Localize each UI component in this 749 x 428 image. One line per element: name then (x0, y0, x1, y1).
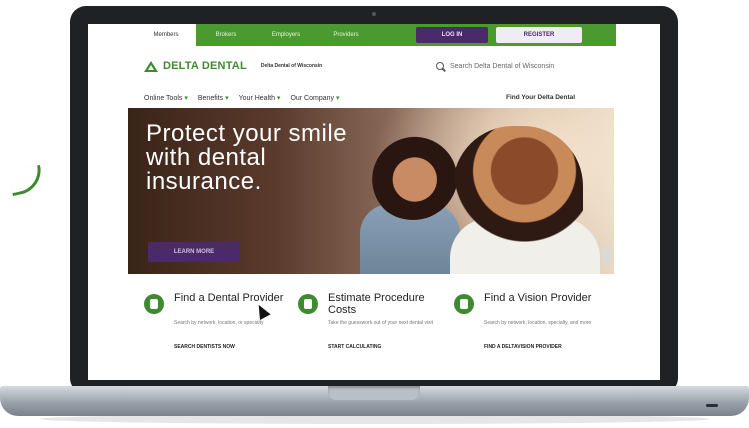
hero-image-child-head (368, 130, 458, 220)
search-box[interactable]: Search Delta Dental of Wisconsin (436, 62, 554, 70)
eye-icon (454, 294, 474, 314)
screen: Members Brokers Employers Providers LOG … (88, 24, 660, 380)
logo-subtitle: Delta Dental of Wisconsin (260, 63, 323, 69)
nav-label: Online Tools (144, 95, 183, 102)
chevron-down-icon: ▾ (276, 95, 281, 102)
hero-title: Protect your smile with dental insurance… (146, 120, 348, 195)
search-dentists-link[interactable]: SEARCH DENTISTS NOW (174, 344, 284, 350)
power-indicator-icon (706, 404, 718, 407)
nav-label: Benefits (197, 95, 224, 102)
find-deltavision-link[interactable]: FIND A DELTAVISION PROVIDER (484, 344, 594, 350)
tab-brokers[interactable]: Brokers (196, 24, 256, 46)
nav-our-company[interactable]: Our Company ▾ (290, 94, 339, 102)
chevron-down-icon: ▾ (184, 95, 188, 102)
nav-label: Your Health (238, 95, 275, 102)
nav-benefits[interactable]: Benefits ▾ (198, 94, 229, 102)
nav-online-tools[interactable]: Online Tools ▾ (144, 94, 188, 102)
register-button[interactable]: REGISTER (496, 27, 582, 43)
search-input[interactable]: Search Delta Dental of Wisconsin (450, 63, 554, 70)
chevron-down-icon: ▾ (225, 95, 229, 102)
feature-description: Search by network, location, specialty, … (484, 320, 592, 326)
hero-image-mother-head (453, 126, 583, 274)
calculator-icon (298, 294, 318, 314)
nav-label: Our Company (290, 95, 335, 102)
feature-description: Take the guesswork out of your next dent… (328, 320, 434, 326)
tab-employers[interactable]: Employers (256, 24, 316, 46)
delta-logo-icon (144, 60, 158, 72)
hero-banner: Protect your smile with dental insurance… (128, 108, 614, 274)
feature-title[interactable]: Find a Dental Provider (174, 292, 283, 304)
start-calculating-link[interactable]: START CALCULATING (328, 344, 438, 350)
feature-description: Search by network, location, or specialt… (174, 320, 264, 326)
nav-your-health[interactable]: Your Health ▾ (239, 94, 281, 102)
decorative-swoosh (7, 164, 46, 197)
mouse-cursor-icon (253, 302, 271, 320)
camera-dot (372, 12, 376, 16)
find-your-delta-dental-link[interactable]: Find Your Delta Dental (506, 94, 575, 101)
tab-members[interactable]: Members (136, 24, 196, 46)
tab-providers[interactable]: Providers (316, 24, 376, 46)
feature-title[interactable]: Find a Vision Provider (484, 292, 591, 304)
learn-more-button[interactable]: LEARN MORE (148, 242, 240, 262)
tooth-icon (144, 294, 164, 314)
audience-tab-bar: Members Brokers Employers Providers LOG … (136, 24, 616, 46)
hero-slider-handle[interactable] (602, 248, 610, 264)
main-nav: Online Tools ▾ Benefits ▾ Your Health ▾ … (144, 94, 349, 102)
login-button[interactable]: LOG IN (416, 27, 488, 43)
feature-title[interactable]: Estimate Procedure Costs (328, 292, 448, 316)
logo[interactable]: DELTA DENTAL Delta Dental of Wisconsin (144, 60, 322, 72)
search-icon[interactable] (436, 62, 444, 70)
logo-text: DELTA DENTAL (163, 60, 247, 72)
laptop-notch (328, 386, 420, 400)
chevron-down-icon: ▾ (335, 95, 340, 102)
